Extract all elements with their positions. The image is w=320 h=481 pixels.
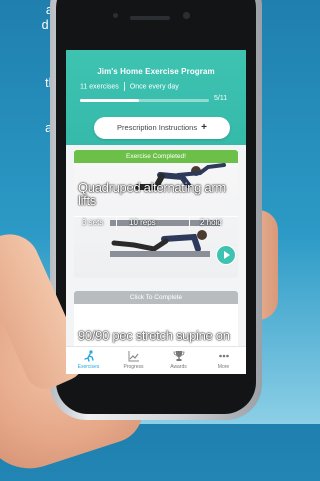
- exercise-card[interactable]: Click To Complete 90/90 pec stretch supi…: [74, 291, 238, 351]
- tab-exercises[interactable]: Exercises: [66, 350, 111, 370]
- bottom-tab-bar: Exercises Progress Awards More: [66, 346, 246, 374]
- exercise-sets: 3 sets: [82, 218, 104, 227]
- progress-fill: [80, 99, 139, 102]
- phone-sensor: [113, 13, 118, 18]
- stats-divider: [74, 216, 238, 217]
- frequency: Once every day: [129, 83, 179, 91]
- meta-divider: [123, 82, 125, 91]
- progress-count: 5/11: [214, 95, 228, 102]
- plus-icon: +: [201, 122, 207, 133]
- tab-label: Awards: [170, 364, 187, 370]
- phone-speaker: [130, 16, 170, 20]
- program-title: Jim's Home Exercise Program: [97, 67, 215, 76]
- exercise-hold: 2 hold: [200, 218, 222, 227]
- exercise-count: 11 exercises: [80, 83, 119, 91]
- tab-label: More: [217, 364, 230, 370]
- exercise-title: 90/90 pec stretch supine on: [78, 328, 230, 343]
- program-header: Jim's Home Exercise Program 11 exercises…: [66, 50, 246, 145]
- chart-icon: [128, 351, 139, 362]
- tab-label: Exercises: [77, 364, 100, 370]
- progress-bar: [80, 99, 209, 102]
- app-screen: Jim's Home Exercise Program 11 exercises…: [66, 50, 246, 374]
- prescription-label: Prescription Instructions: [117, 123, 198, 132]
- click-to-complete-button[interactable]: Click To Complete: [74, 291, 238, 304]
- tab-label: Progress: [123, 364, 144, 370]
- trophy-icon: [173, 351, 184, 361]
- play-video-button[interactable]: [216, 245, 236, 265]
- tab-awards[interactable]: Awards: [156, 350, 201, 370]
- runner-icon: [83, 350, 94, 362]
- phone-camera: [183, 12, 190, 19]
- stat-separator: [116, 216, 117, 230]
- tab-progress[interactable]: Progress: [111, 350, 156, 370]
- exercise-reps: 10 reps: [129, 218, 156, 227]
- exercise-status-completed: Exercise Completed!: [74, 150, 238, 163]
- program-meta: 11 exercises Once every day: [80, 82, 179, 91]
- stat-separator: [189, 216, 190, 230]
- exercise-card[interactable]: Exercise Completed! Quadruped alternatin…: [74, 150, 238, 278]
- tab-more[interactable]: More: [201, 350, 246, 370]
- more-dots-icon: [218, 354, 229, 358]
- exercise-title: Quadruped alternating arm lifts: [78, 180, 226, 208]
- prescription-instructions-button[interactable]: Prescription Instructions +: [94, 117, 230, 139]
